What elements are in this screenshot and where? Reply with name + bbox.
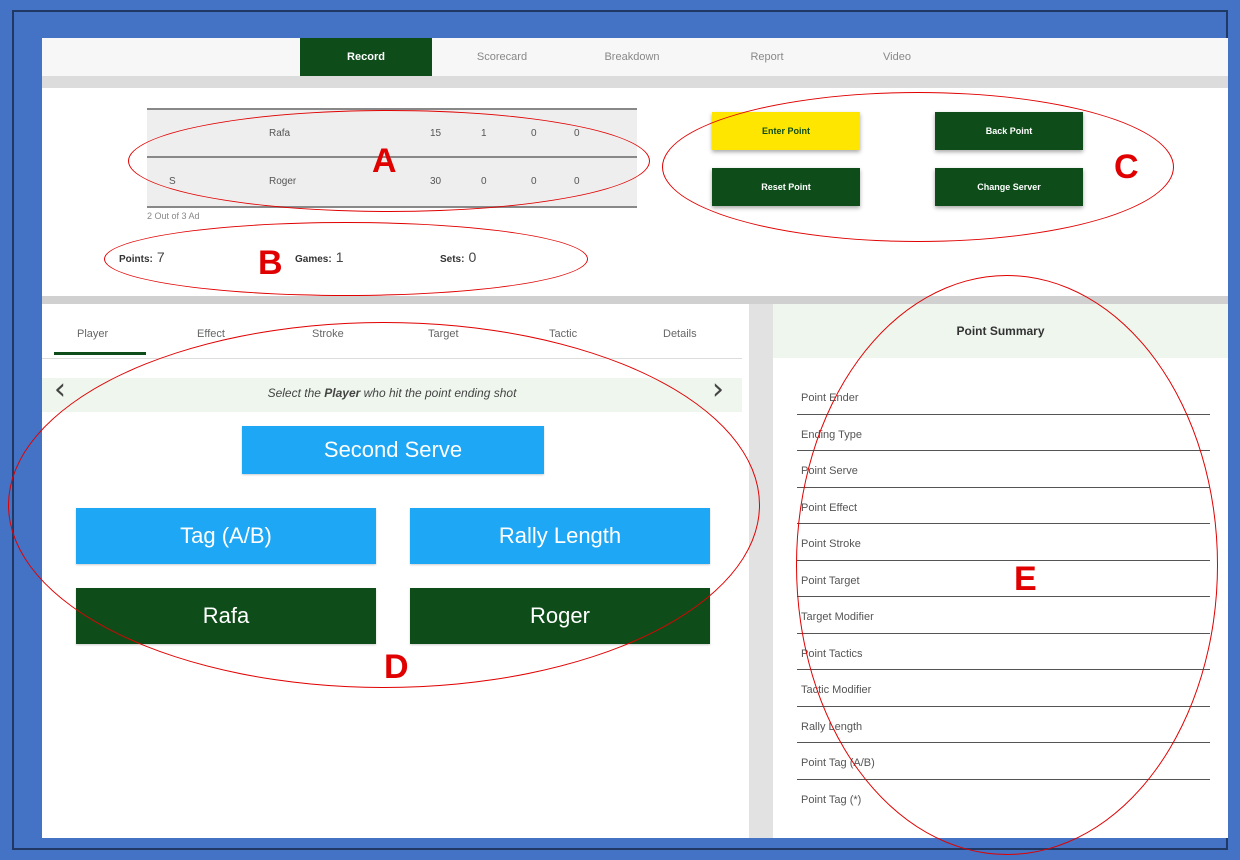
sets-stat: Sets: 0 [440,249,476,265]
summary-item: Point Tag (A/B) [797,743,1210,780]
enter-point-button[interactable]: Enter Point [712,112,860,150]
set-score: 0 [574,128,580,139]
points-label: Points: [119,254,153,265]
active-tab-indicator [54,352,146,355]
entry-tabs: Player Effect Stroke Target Tactic Detai… [42,328,742,358]
tab-effect[interactable]: Effect [197,328,225,340]
prompt-text: Select the [267,386,325,400]
summary-item: Ending Type [797,415,1210,451]
annotation-label-b: B [258,244,283,282]
rally-length-button[interactable]: Rally Length [410,508,710,564]
back-point-button[interactable]: Back Point [935,112,1083,150]
chevron-left-icon[interactable]: ‹ [54,370,66,410]
sets-label: Sets: [440,254,465,265]
points-score: 30 [430,176,442,187]
section-divider [42,296,1228,304]
chevron-right-icon[interactable]: › [712,370,724,410]
summary-item: Point Tactics [797,634,1210,670]
sets-value: 0 [468,249,477,265]
tab-tactic[interactable]: Tactic [549,328,577,340]
tabs-baseline [42,358,742,359]
points-stat: Points: 7 [119,249,165,265]
tab-stroke[interactable]: Stroke [312,328,344,340]
summary-item: Rally Length [797,707,1210,743]
panel-gutter [749,304,773,838]
summary-item: Point Serve [797,451,1210,488]
reset-point-button[interactable]: Reset Point [712,168,860,206]
player-roger-button[interactable]: Roger [410,588,710,644]
tab-breakdown[interactable]: Breakdown [572,38,692,76]
set-score: 0 [531,128,537,139]
prompt-emphasis: Player [324,386,361,400]
tab-scorecard[interactable]: Scorecard [442,38,562,76]
set-score: 0 [531,176,537,187]
second-serve-button[interactable]: Second Serve [242,426,544,474]
annotation-label-d: D [384,648,409,686]
summary-item: Point Target [797,561,1210,597]
tab-player[interactable]: Player [77,328,108,340]
games-stat: Games: 1 [295,249,343,265]
player-name: Rafa [269,128,291,139]
tab-target[interactable]: Target [428,328,459,340]
nav-divider [42,76,1228,88]
summary-item: Point Stroke [797,524,1210,561]
player-name: Roger [269,176,297,187]
tab-report[interactable]: Report [712,38,822,76]
prompt-text: who hit the point ending shot [360,386,517,400]
summary-item: Point Ender [797,378,1210,415]
tab-record[interactable]: Record [300,38,432,76]
tab-details[interactable]: Details [663,328,697,340]
set-score: 0 [574,176,580,187]
games-value: 1 [335,249,344,265]
tab-video[interactable]: Video [842,38,952,76]
games-label: Games: [295,254,332,265]
annotation-label-c: C [1114,148,1139,186]
summary-item: Target Modifier [797,597,1210,634]
summary-item: Tactic Modifier [797,670,1210,707]
points-value: 7 [156,249,165,265]
entry-prompt: Select the Player who hit the point endi… [42,386,742,400]
top-nav: Record Scorecard Breakdown Report Video [42,38,1228,76]
serve-indicator: S [169,176,176,187]
annotation-label-e: E [1014,560,1037,598]
annotation-label-a: A [372,142,397,180]
tag-ab-button[interactable]: Tag (A/B) [76,508,376,564]
player-rafa-button[interactable]: Rafa [76,588,376,644]
app-window: Record Scorecard Breakdown Report Video … [42,38,1228,838]
point-summary-list: Point Ender Ending Type Point Serve Poin… [797,378,1210,816]
games-score: 0 [481,176,487,187]
summary-item: Point Tag (*) [801,793,862,806]
match-format: 2 Out of 3 Ad [147,211,200,221]
points-score: 15 [430,128,442,139]
point-summary-title: Point Summary [773,304,1228,358]
games-score: 1 [481,128,487,139]
change-server-button[interactable]: Change Server [935,168,1083,206]
summary-item: Point Effect [797,488,1210,524]
